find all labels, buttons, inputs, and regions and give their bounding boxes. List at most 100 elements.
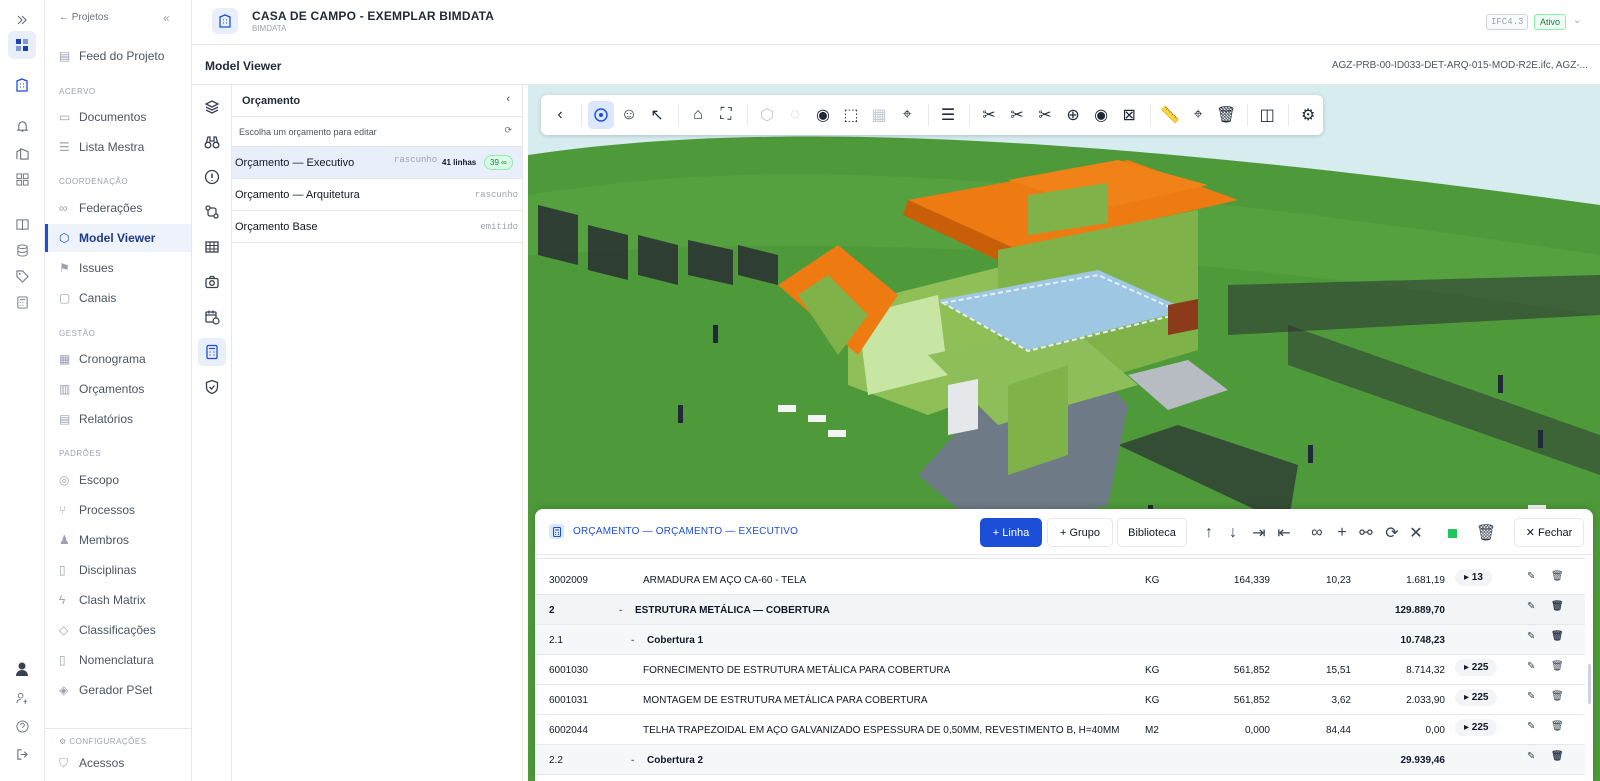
nav-federacoes[interactable]: ∞ Federações	[45, 194, 191, 222]
grid-icon[interactable]	[10, 167, 34, 191]
table-row[interactable]: 3002009 ARMADURA EM AÇO CA-60 - TELA KG …	[535, 565, 1585, 595]
move-down-icon[interactable]: ↓	[1225, 524, 1241, 541]
grid-view-icon[interactable]: ▦	[866, 101, 892, 129]
fit-view-icon[interactable]: ⛶	[713, 101, 739, 129]
box-select-icon[interactable]: ⬚	[838, 101, 864, 129]
delete-icon[interactable]: 🗑	[1551, 661, 1564, 672]
measure-ruler-icon[interactable]: 📏	[1157, 101, 1183, 129]
color-swatch-icon[interactable]	[1444, 525, 1460, 541]
nav-processos[interactable]: ⑂ Processos	[45, 496, 191, 524]
nav-cronograma[interactable]: ▦ Cronograma	[45, 345, 191, 373]
calculator-icon[interactable]	[10, 290, 34, 314]
home-icon[interactable]: ⌂	[685, 101, 711, 129]
bell-icon[interactable]	[10, 114, 34, 138]
library-button[interactable]: Biblioteca	[1117, 518, 1187, 547]
plus-icon[interactable]: +	[1334, 524, 1350, 541]
nav-acessos[interactable]: ⛉ Acessos	[45, 749, 191, 777]
book-icon[interactable]	[10, 212, 34, 236]
nav-canais[interactable]: ▢ Canais	[45, 284, 191, 312]
section-z-icon[interactable]: ✂	[1032, 101, 1058, 129]
add-line-button[interactable]: + Linha	[980, 518, 1042, 547]
nav-escopo[interactable]: ◎ Escopo	[45, 466, 191, 494]
chevron-down-icon[interactable]: ⌄	[1573, 15, 1581, 26]
split-view-icon[interactable]: ◫	[1254, 101, 1280, 129]
edit-icon[interactable]: ✎	[1527, 661, 1535, 672]
list-icon[interactable]: ☰	[935, 101, 961, 129]
user-settings-icon[interactable]	[10, 686, 34, 710]
camera-icon[interactable]	[200, 270, 224, 294]
collapse-group-icon[interactable]: -	[619, 605, 622, 616]
dashboard-icon[interactable]	[8, 31, 36, 59]
collapse-sidebar-icon[interactable]: «	[163, 11, 170, 25]
back-icon[interactable]: ‹	[547, 101, 573, 129]
eye-section-icon[interactable]: ◉	[1088, 101, 1114, 129]
calendar-clock-icon[interactable]	[200, 305, 224, 329]
delete-icon[interactable]: 🗑	[1551, 571, 1564, 582]
section-y-icon[interactable]: ✂	[1004, 101, 1030, 129]
budget-calculator-icon[interactable]	[198, 338, 226, 366]
move-up-icon[interactable]: ↑	[1201, 524, 1217, 541]
eye-icon[interactable]: ◉	[810, 101, 836, 129]
building-icon[interactable]	[10, 73, 34, 97]
link-icon[interactable]: ∞	[1309, 524, 1325, 541]
table-row[interactable]: 6002044 TELHA TRAPEZOIDAL EM AÇO GALVANI…	[535, 715, 1585, 745]
settings-gear-icon[interactable]: ⚙	[1295, 101, 1321, 129]
table-scrollbar[interactable]	[1588, 664, 1591, 704]
table-row[interactable]: 6001031 MONTAGEM DE ESTRUTURA METÁLICA P…	[535, 685, 1585, 715]
edit-icon[interactable]: ✎	[1527, 571, 1535, 582]
edit-icon[interactable]: ✎	[1527, 721, 1535, 732]
nav-feed[interactable]: ▤ Feed do Projeto	[45, 42, 191, 70]
edit-icon[interactable]: ✎	[1527, 751, 1535, 762]
walk-icon[interactable]: ☺	[616, 101, 642, 129]
section-x-icon[interactable]: ✂	[976, 101, 1002, 129]
row-linked-elements[interactable]: ▸ 225	[1455, 689, 1498, 706]
delete-icon[interactable]: 🗑	[1551, 631, 1564, 642]
table-group-row[interactable]: 2.1 - Cobertura 1 10.748,23 ✎ 🗑	[535, 625, 1585, 655]
add-group-button[interactable]: + Grupo	[1047, 518, 1113, 547]
edit-icon[interactable]: ✎	[1527, 631, 1535, 642]
row-linked-elements[interactable]: ▸ 225	[1455, 719, 1498, 736]
point-measure-icon[interactable]: ⌖	[1185, 101, 1211, 129]
close-drawer-button[interactable]: ✕ Fechar	[1514, 518, 1584, 547]
table-icon[interactable]	[200, 235, 224, 259]
nav-gerador-pset[interactable]: ◈ Gerador PSet	[45, 676, 191, 704]
nav-classificacoes[interactable]: ◇ Classificações	[45, 616, 191, 644]
refresh-icon[interactable]: ⟳	[1384, 525, 1400, 542]
nav-membros[interactable]: ♟ Membros	[45, 526, 191, 554]
delete-icon[interactable]: 🗑	[1551, 601, 1564, 612]
shield-check-icon[interactable]	[200, 375, 224, 399]
table-row[interactable]: 6001030 FORNECIMENTO DE ESTRUTURA METÁLI…	[535, 655, 1585, 685]
edit-icon[interactable]: ✎	[1527, 691, 1535, 702]
buildings-icon[interactable]	[10, 141, 34, 165]
binoculars-icon[interactable]: ⚯	[1358, 525, 1374, 542]
user-avatar-icon[interactable]	[10, 657, 34, 681]
nav-relatorios[interactable]: ▤ Relatórios	[45, 405, 191, 433]
location-pin-icon[interactable]: ⌖	[894, 101, 920, 129]
nav-disciplinas[interactable]: ▯ Disciplinas	[45, 556, 191, 584]
crosshair-icon[interactable]: ⊕	[1060, 101, 1086, 129]
budget-item[interactable]: Orçamento — Arquitetura rascunho	[232, 179, 522, 211]
database-icon[interactable]	[10, 238, 34, 262]
delete-icon[interactable]: 🗑	[1551, 691, 1564, 702]
nav-issues[interactable]: ⚑ Issues	[45, 254, 191, 282]
orbit-icon[interactable]	[587, 101, 614, 129]
clear-section-icon[interactable]: ⊠	[1116, 101, 1142, 129]
help-icon[interactable]	[10, 714, 34, 738]
isolate-icon[interactable]: ⬡	[754, 101, 780, 129]
nav-documentos[interactable]: ▭ Documentos	[45, 103, 191, 131]
alert-icon[interactable]	[200, 165, 224, 189]
chevron-left-icon[interactable]: ‹	[506, 93, 510, 105]
trash-icon[interactable]: 🗑	[1476, 525, 1496, 542]
collapse-group-icon[interactable]: -	[631, 635, 634, 646]
nav-clash-matrix[interactable]: ϟ Clash Matrix	[45, 586, 191, 614]
table-group-row[interactable]: 2 - ESTRUTURA METÁLICA — COBERTURA 129.8…	[535, 595, 1585, 625]
row-linked-elements[interactable]: ▸ 225	[1455, 659, 1498, 676]
trash-icon[interactable]: 🗑	[1213, 101, 1239, 129]
nav-model-viewer[interactable]: ⬡ Model Viewer	[45, 224, 191, 252]
indent-icon[interactable]: ⇥	[1251, 525, 1267, 542]
collapse-group-icon[interactable]: -	[631, 755, 634, 766]
nav-orcamentos[interactable]: ▥ Orçamentos	[45, 375, 191, 403]
compare-icon[interactable]	[200, 200, 224, 224]
tags-icon[interactable]	[10, 264, 34, 288]
delete-icon[interactable]: 🗑	[1551, 751, 1564, 762]
